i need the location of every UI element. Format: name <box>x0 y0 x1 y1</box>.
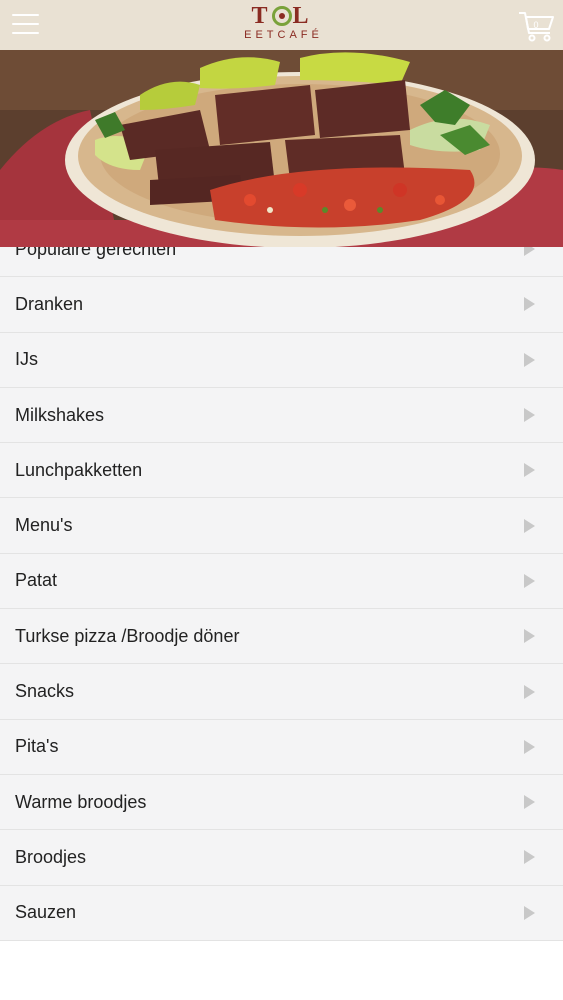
app-header: TL EETCAFÉ 0 <box>0 0 563 50</box>
category-item[interactable]: Turkse pizza /Broodje döner <box>0 609 563 665</box>
chevron-right-icon <box>524 629 535 644</box>
category-label: IJs <box>15 349 39 370</box>
chevron-right-icon <box>524 408 535 423</box>
chevron-right-icon <box>524 352 535 367</box>
chevron-right-icon <box>524 795 535 810</box>
category-item[interactable]: Snacks <box>0 664 563 720</box>
category-label: Dranken <box>15 293 84 314</box>
cart-count-badge: 0 <box>533 20 539 30</box>
category-item[interactable]: Warme broodjes <box>0 774 563 831</box>
category-label: Milkshakes <box>15 404 105 425</box>
category-label: Menu's <box>15 515 73 536</box>
chevron-right-icon <box>524 684 535 699</box>
chevron-right-icon <box>524 850 535 865</box>
category-item[interactable]: Lunchpakketten <box>0 443 563 499</box>
logo-subtitle: EETCAFÉ <box>244 29 323 41</box>
category-item[interactable]: IJs <box>0 332 563 388</box>
category-item[interactable]: Sauzen <box>0 885 563 941</box>
cart-button[interactable]: 0 <box>517 9 557 43</box>
category-label: Turkse pizza /Broodje döner <box>15 625 240 646</box>
chevron-right-icon <box>524 518 535 533</box>
category-label: Lunchpakketten <box>15 459 143 480</box>
category-label: Warme broodjes <box>15 791 147 812</box>
logo-o-icon <box>271 6 292 26</box>
category-item[interactable]: Menu's <box>0 498 563 554</box>
category-item[interactable]: Broodjes <box>0 830 563 886</box>
logo[interactable]: TL EETCAFÉ <box>0 4 563 42</box>
category-label: Snacks <box>15 681 75 702</box>
logo-wordmark: TL <box>251 3 312 29</box>
category-item[interactable]: Milkshakes <box>0 387 563 444</box>
category-label: Pita's <box>15 736 59 757</box>
chevron-right-icon <box>524 739 535 754</box>
hero-food-image <box>0 50 563 247</box>
chevron-right-icon <box>524 905 535 920</box>
category-item[interactable]: Dranken <box>0 277 563 333</box>
category-item[interactable]: Patat <box>0 553 563 610</box>
category-list: Populaire gerechten Dranken IJs Milkshakes L… <box>0 222 563 941</box>
category-label: Sauzen <box>15 902 77 923</box>
category-label: Broodjes <box>15 846 87 867</box>
chevron-right-icon <box>524 463 535 478</box>
category-label: Patat <box>15 570 58 591</box>
chevron-right-icon <box>524 573 535 588</box>
category-item[interactable]: Pita's <box>0 719 563 775</box>
chevron-right-icon <box>524 297 535 312</box>
